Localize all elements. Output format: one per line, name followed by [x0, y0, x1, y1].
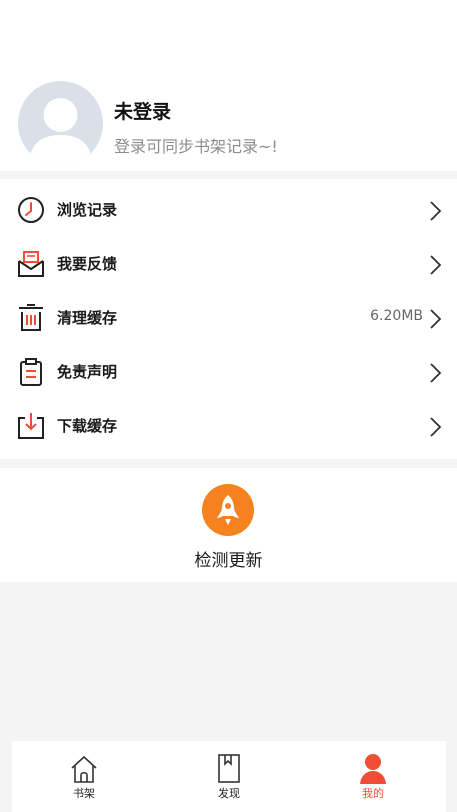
chevron-right-icon — [428, 416, 442, 438]
cache-size: 6.20MB — [370, 308, 423, 324]
menu-item-feedback[interactable]: 我要反馈 — [0, 237, 457, 291]
menu-item-label: 浏览记录 — [57, 201, 118, 219]
profile-subtitle: 登录可同步书架记录~! — [114, 137, 278, 156]
profile-header[interactable]: 未登录 登录可同步书架记录~! — [0, 75, 457, 171]
chevron-right-icon — [428, 362, 442, 384]
rocket-icon[interactable] — [202, 484, 254, 536]
check-update-button[interactable]: 检测更新 — [0, 546, 457, 571]
status-bar-area — [0, 0, 457, 75]
tab-bookshelf[interactable]: 书架 — [44, 741, 124, 812]
tab-label: 发现 — [218, 787, 240, 800]
menu-item-clear-cache[interactable]: 清理缓存 6.20MB — [0, 291, 457, 345]
check-update-section: 检测更新 — [0, 468, 457, 582]
menu-item-label: 下载缓存 — [57, 417, 118, 435]
menu-item-label: 清理缓存 — [57, 309, 118, 327]
settings-menu: 浏览记录 我要反馈 清理缓存 6.20MB 免责声明 下载缓存 — [0, 179, 457, 459]
menu-item-disclaimer[interactable]: 免责声明 — [0, 345, 457, 399]
menu-item-label: 我要反馈 — [57, 255, 118, 273]
person-icon — [358, 751, 388, 785]
clock-icon — [16, 196, 46, 224]
tab-mine[interactable]: 我的 — [333, 741, 413, 812]
envelope-icon — [16, 250, 46, 278]
tab-label: 书架 — [73, 787, 95, 800]
profile-name: 未登录 — [114, 101, 172, 123]
menu-item-history[interactable]: 浏览记录 — [0, 183, 457, 237]
avatar[interactable] — [18, 81, 103, 166]
clipboard-icon — [16, 358, 46, 386]
chevron-right-icon — [428, 200, 442, 222]
download-icon — [16, 412, 46, 440]
menu-item-download-cache[interactable]: 下载缓存 — [0, 399, 457, 453]
menu-item-label: 免责声明 — [57, 363, 118, 381]
chevron-right-icon — [428, 308, 442, 330]
chevron-right-icon — [428, 254, 442, 276]
bottom-tab-bar: 书架 发现 我的 — [12, 741, 446, 812]
trash-icon — [16, 304, 46, 332]
book-icon — [214, 751, 244, 785]
tab-label: 我的 — [362, 787, 384, 800]
tab-discover[interactable]: 发现 — [189, 741, 269, 812]
house-icon — [69, 751, 99, 785]
default-avatar-icon — [28, 98, 93, 166]
